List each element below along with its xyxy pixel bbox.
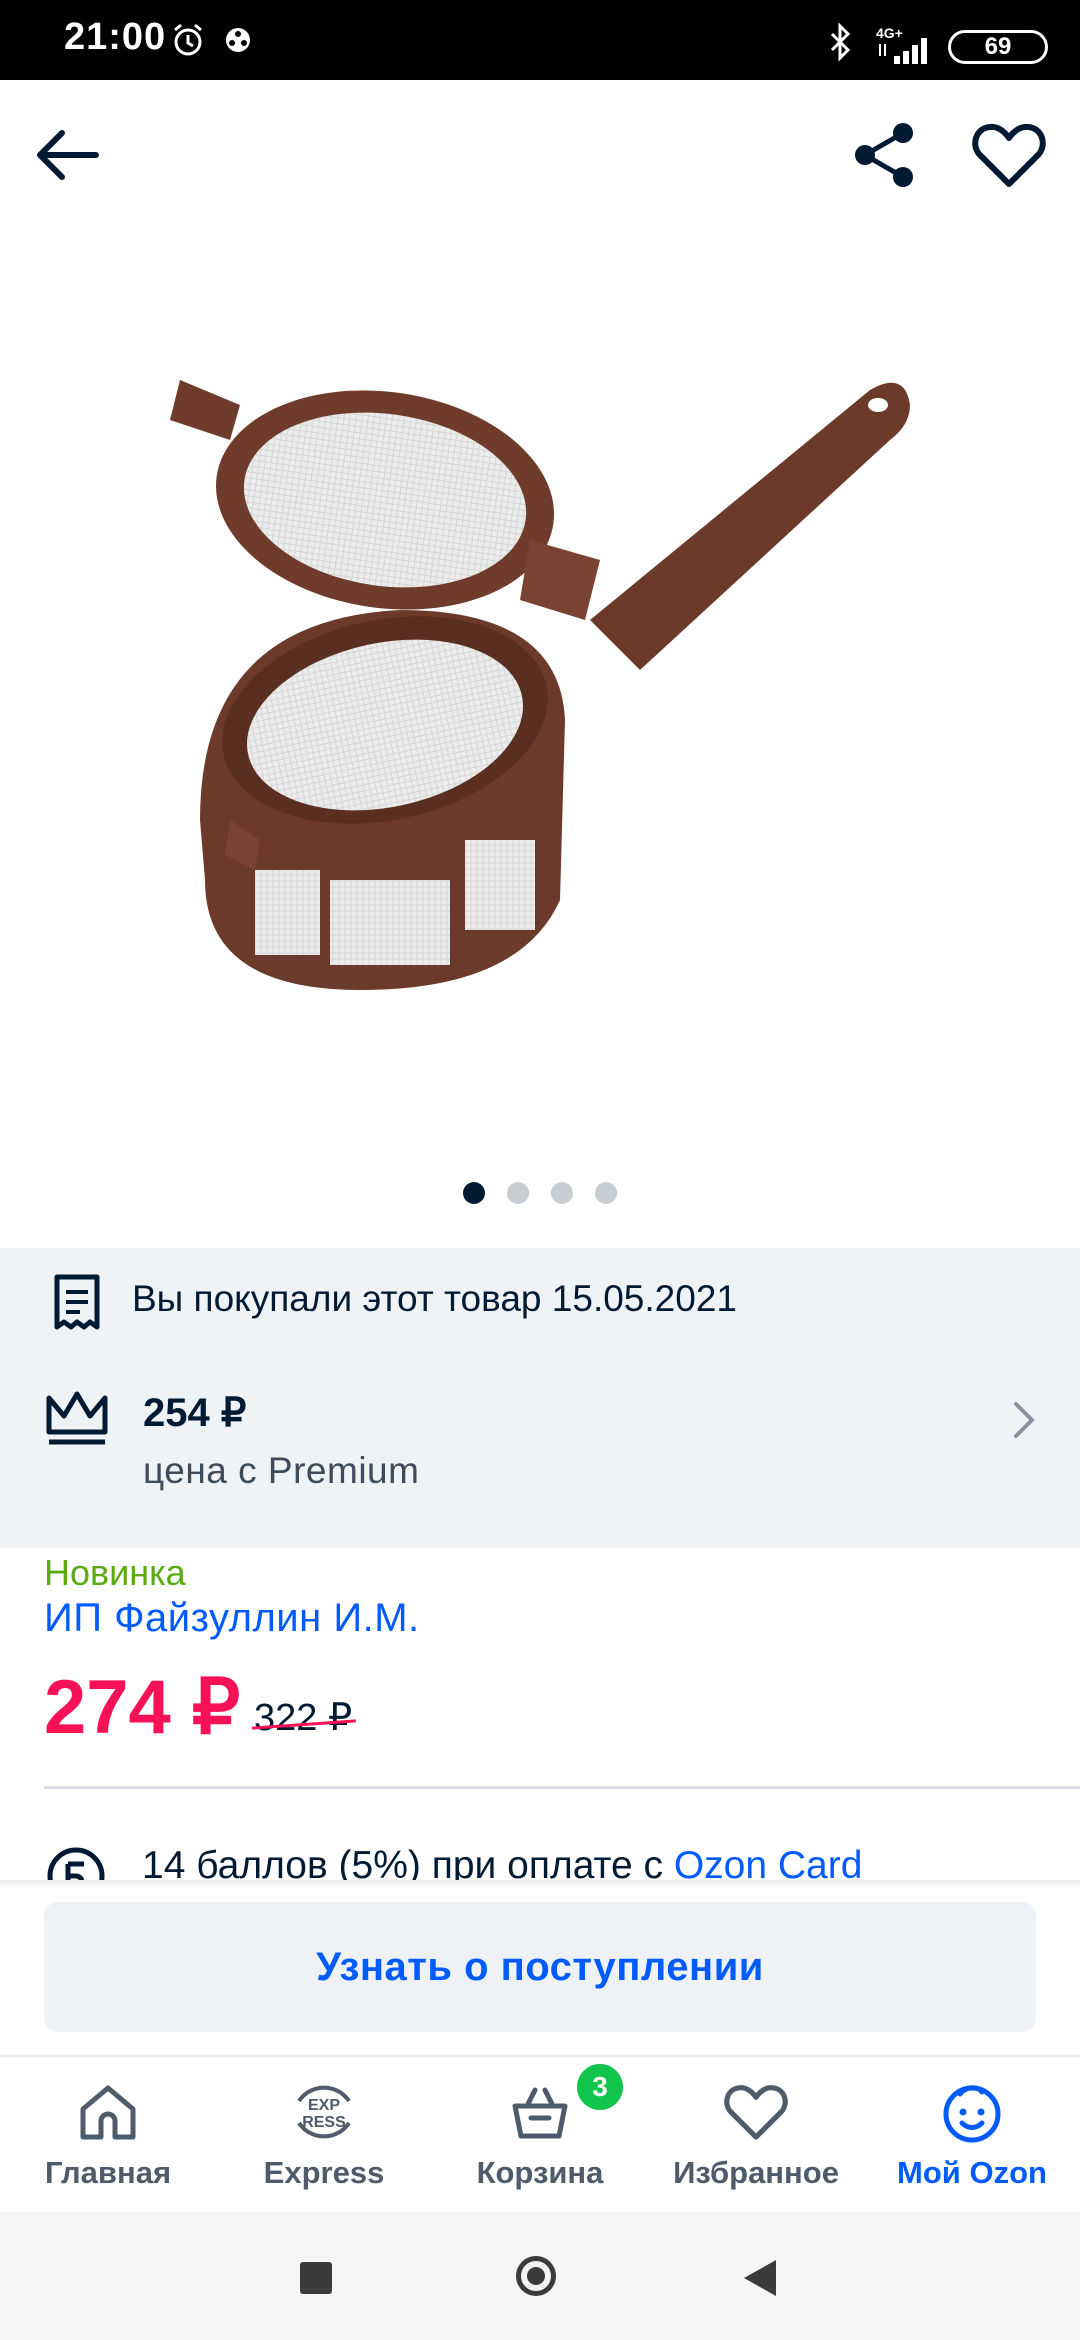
heart-icon — [972, 123, 1046, 187]
gallery-pagination — [0, 1182, 1080, 1206]
tab-label: Мой Ozon — [897, 2155, 1047, 2190]
arrow-left-icon — [37, 130, 99, 180]
tea-strainer-image — [170, 380, 910, 990]
alarm-icon — [170, 22, 206, 62]
heart-icon — [648, 2077, 864, 2147]
tab-home[interactable]: Главная — [0, 2057, 216, 2213]
bonus-text: 14 баллов (5%) при оплате с — [142, 1844, 674, 1882]
premium-price: 254 ₽ — [143, 1391, 247, 1435]
favorite-button[interactable] — [964, 110, 1054, 200]
tab-label: Главная — [44, 2155, 172, 2190]
scroll-shadow — [0, 1880, 1080, 1888]
tab-express[interactable]: EXP RESS Express — [216, 2057, 432, 2213]
bluetooth-icon — [826, 22, 854, 66]
crown-icon — [44, 1388, 110, 1452]
gallery-dot[interactable] — [551, 1182, 573, 1204]
old-price: 322 ₽ — [254, 1697, 353, 1739]
home-button[interactable] — [516, 2256, 556, 2296]
cart-count-badge: 3 — [574, 2061, 626, 2113]
new-badge: Новинка — [44, 1552, 186, 1593]
bottom-tab-bar: Главная EXP RESS Express Корзина Избранно… — [0, 2055, 1080, 2213]
bonus-row[interactable]: 14 баллов (5%) при оплате с Ozon Card — [44, 1836, 1080, 1882]
gallery-dot[interactable] — [463, 1182, 485, 1204]
svg-text:RESS: RESS — [302, 2114, 346, 2131]
system-navigation-bar — [0, 2212, 1080, 2340]
app-notification-icon — [222, 22, 254, 62]
points-icon — [46, 1846, 106, 1882]
notify-availability-button[interactable]: Узнать о поступлении — [44, 1902, 1036, 2032]
tab-label: Корзина — [476, 2155, 604, 2190]
gallery-dot[interactable] — [507, 1182, 529, 1204]
share-button[interactable] — [840, 110, 930, 200]
battery-indicator: 69 — [948, 30, 1048, 64]
seller-link[interactable]: ИП Файзуллин И.М. — [44, 1596, 420, 1641]
status-bar: 21:00 4G+ 69 — [0, 0, 1080, 80]
tab-label: Express — [263, 2155, 385, 2190]
svg-text:EXP: EXP — [308, 2097, 340, 2114]
back-button[interactable] — [22, 110, 112, 200]
status-time: 21:00 — [64, 16, 167, 58]
chevron-right-icon — [1010, 1400, 1038, 1444]
back-nav-button[interactable] — [744, 2260, 776, 2296]
current-price: 274 ₽ — [44, 1665, 241, 1750]
tab-label: Избранное — [673, 2155, 839, 2190]
premium-price-label: цена с Premium — [143, 1450, 420, 1491]
profile-icon — [864, 2077, 1080, 2147]
divider — [44, 1786, 1080, 1789]
ozon-card-link[interactable]: Ozon Card — [674, 1844, 863, 1882]
tab-favorites[interactable]: Избранное — [648, 2057, 864, 2213]
home-icon — [0, 2077, 216, 2147]
signal-icon — [878, 36, 936, 68]
tab-my-ozon[interactable]: Мой Ozon — [864, 2057, 1080, 2213]
product-image[interactable] — [0, 200, 1080, 1200]
purchased-notice: Вы покупали этот товар 15.05.2021 — [132, 1278, 737, 1319]
recents-button[interactable] — [300, 2262, 332, 2294]
receipt-icon — [52, 1272, 102, 1336]
gallery-dot[interactable] — [595, 1182, 617, 1204]
premium-price-row[interactable] — [0, 1360, 1080, 1520]
express-icon: EXP RESS — [216, 2077, 432, 2147]
share-icon — [855, 123, 913, 187]
